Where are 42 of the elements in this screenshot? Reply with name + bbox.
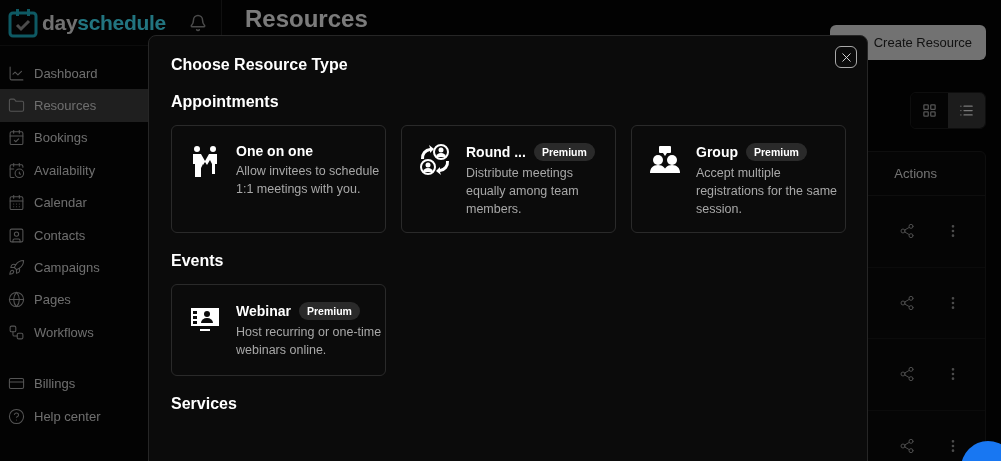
resource-type-card[interactable]: One on one Allow invitees to schedule 1:1 meetings with you. bbox=[171, 125, 386, 233]
calendar-check-logo-icon bbox=[8, 7, 38, 38]
resource-type-card[interactable]: Group Premium Accept multiple registrations for the same session. bbox=[631, 125, 846, 233]
card-title: One on one bbox=[236, 143, 313, 159]
column-header: Actions bbox=[894, 166, 937, 181]
help-icon bbox=[8, 407, 25, 425]
share-icon[interactable] bbox=[899, 223, 915, 240]
rotating-people-icon bbox=[418, 143, 452, 177]
grid-icon bbox=[922, 103, 937, 118]
workflow-icon bbox=[8, 323, 25, 341]
folder-icon bbox=[8, 97, 25, 115]
card-description: Allow invitees to schedule 1:1 meetings with you. bbox=[236, 163, 381, 198]
section-title: Events bbox=[171, 252, 225, 270]
chart-icon bbox=[8, 64, 25, 82]
card-title: Webinar bbox=[236, 303, 291, 319]
premium-badge: Premium bbox=[299, 302, 360, 320]
rocket-icon bbox=[8, 259, 25, 277]
calendar-check-icon bbox=[8, 129, 25, 147]
list-view-button[interactable] bbox=[948, 93, 985, 128]
premium-badge: Premium bbox=[746, 143, 807, 161]
share-icon[interactable] bbox=[899, 366, 915, 383]
calendar-icon bbox=[8, 194, 25, 212]
calendar-clock-icon bbox=[8, 161, 25, 179]
card-title: Group bbox=[696, 144, 738, 160]
page-title: Resources bbox=[245, 5, 368, 33]
card-description: Host recurring or one-time webinars online. bbox=[236, 324, 382, 359]
share-icon[interactable] bbox=[899, 294, 915, 311]
card-description: Distribute meetings equally among team members. bbox=[466, 165, 580, 218]
card-description: Accept multiple registrations for the same session. bbox=[696, 165, 839, 218]
list-icon bbox=[959, 103, 974, 118]
bell-icon[interactable] bbox=[189, 13, 207, 32]
section-title: Services bbox=[171, 395, 238, 413]
share-icon[interactable] bbox=[899, 437, 915, 454]
resource-type-card[interactable]: Round ... Premium Distribute meetings equally among team members. bbox=[401, 125, 616, 233]
resource-type-card[interactable]: Webinar Premium Host recurring or one-time webinars online. bbox=[171, 284, 386, 376]
premium-badge: Premium bbox=[533, 143, 595, 161]
card-title: Round ... bbox=[466, 144, 526, 160]
close-button[interactable] bbox=[835, 46, 857, 68]
contact-icon bbox=[8, 226, 25, 244]
globe-icon bbox=[8, 291, 25, 309]
logo-text: dayschedule bbox=[42, 10, 166, 35]
dialog-title: Choose Resource Type bbox=[171, 56, 349, 74]
